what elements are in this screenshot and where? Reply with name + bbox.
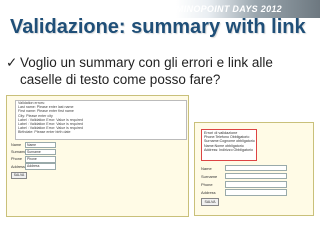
form-row-phone: Phone Phone [11,156,56,163]
form-row-surname: Surname Surname [11,148,56,156]
form-row-surname: Surname [201,172,287,180]
right-form: Name Surname Phone Address SALVA [201,164,287,206]
field-label: Phone [201,181,213,187]
check-icon: ✓ [6,55,18,70]
name-field[interactable] [225,164,287,172]
event-logo: DOMINOPOINT DAYS 2012 [161,4,282,14]
field-label: Surname [11,150,27,155]
bullet-line-1: Voglio un summary con gli errori e link … [20,55,273,70]
bullet-text: ✓ Voglio un summary con gli errori e link… [6,54,306,88]
form-row-name: Name Name [11,141,56,149]
field-label: Address [11,164,25,169]
address-field[interactable]: Address [25,163,56,170]
slide-title: Validazione: summary with link [10,16,306,38]
save-button[interactable]: SALVA [11,171,27,179]
field-label: Name [201,165,212,171]
address-field[interactable] [225,189,287,196]
left-form: Name Name Surname Surname Phone Phone Ad… [11,141,56,179]
phone-field[interactable]: Phone [25,156,56,163]
field-label: Phone [11,157,22,162]
phone-field[interactable] [225,181,287,188]
surname-field[interactable] [225,172,287,180]
surname-field[interactable]: Surname [25,148,56,156]
left-screenshot: Validation errors: Last name: Please ent… [6,95,189,217]
error-link[interactable]: Address: Indirizzo Obbligatorio [202,148,256,152]
summary-line: Birthdate: Please enter birth date [18,130,71,135]
field-label: Name [11,143,22,147]
field-label: Surname [201,173,218,179]
right-screenshot: Errori di validazione Phone:Telefono Obb… [194,122,314,216]
save-button[interactable]: SALVA [201,197,219,206]
error-summary-box: Errori di validazione Phone:Telefono Obb… [201,129,257,161]
form-row-address: Address Address [11,163,56,170]
form-row-address: Address [201,189,287,196]
name-field[interactable]: Name [25,141,56,149]
form-row-phone: Phone [201,181,287,188]
bullet-line-2: caselle di testo come posso fare? [20,72,221,87]
field-label: Address [201,190,216,196]
validation-summary-box: Validation errors: Last name: Please ent… [15,100,187,140]
form-row-name: Name [201,164,287,172]
